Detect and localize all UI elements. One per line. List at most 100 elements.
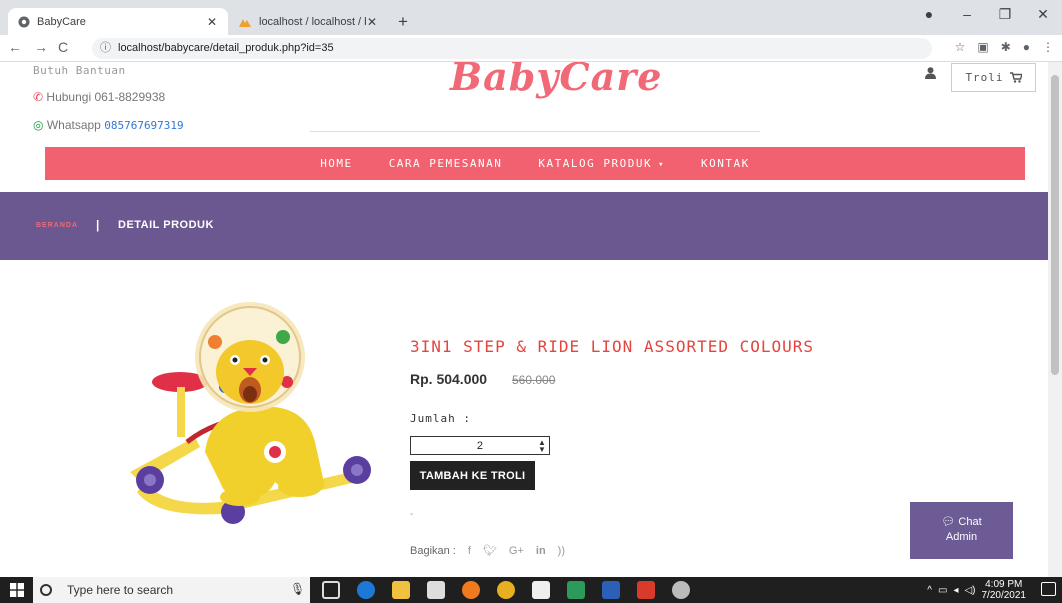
- chrome-taskbar-icon[interactable]: [497, 581, 515, 599]
- notification-icon[interactable]: [1041, 582, 1056, 596]
- site-logo[interactable]: BabyCare: [450, 62, 662, 99]
- breadcrumb-home[interactable]: BERANDA: [36, 222, 78, 229]
- minimize-icon[interactable]: –: [948, 6, 986, 23]
- nav-katalog-label: KATALOG PRODUK: [538, 157, 653, 170]
- word-icon[interactable]: [602, 581, 620, 599]
- volume-icon[interactable]: ◁): [964, 585, 975, 596]
- quantity-stepper[interactable]: 2 ▲ ▼: [410, 436, 550, 455]
- account-icon[interactable]: ●: [1023, 40, 1030, 54]
- twitter-icon[interactable]: 🐦︎: [483, 544, 497, 557]
- close-tab-icon[interactable]: ✕: [206, 15, 218, 29]
- linkedin-icon[interactable]: in: [536, 545, 546, 557]
- chat-admin-button[interactable]: 💬︎ Chat Admin: [910, 502, 1013, 559]
- chat-icon: 💬︎: [941, 516, 956, 528]
- quantity-value[interactable]: 2: [411, 440, 535, 452]
- show-hidden-icons-icon[interactable]: ^: [927, 585, 932, 596]
- nav-home[interactable]: HOME: [320, 157, 353, 170]
- chrome-icon: [18, 16, 30, 27]
- chat-label-1: Chat: [958, 516, 982, 528]
- nav-cara-pemesanan[interactable]: CARA PEMESANAN: [389, 157, 503, 170]
- reload-icon[interactable]: C: [58, 39, 68, 55]
- mail-icon[interactable]: [427, 581, 445, 599]
- bookmark-star-icon[interactable]: ☆: [955, 40, 966, 54]
- product-old-price: 560.000: [512, 373, 556, 387]
- task-view-icon[interactable]: [322, 581, 340, 599]
- page-content: Butuh Bantuan ✆ Hubungi 061-8829938 ◎ Wh…: [0, 62, 1048, 577]
- product-image[interactable]: [125, 302, 380, 532]
- search-placeholder: Type here to search: [67, 583, 174, 597]
- cortana-icon: [40, 584, 52, 596]
- cart-icon: [1009, 72, 1022, 83]
- clock-date: 7/20/2021: [981, 590, 1027, 601]
- facebook-icon[interactable]: f: [468, 545, 471, 557]
- share-label: Bagikan :: [410, 544, 456, 557]
- menu-icon[interactable]: ⋮: [1042, 40, 1054, 54]
- forward-icon[interactable]: →: [34, 39, 48, 55]
- tab-title: BabyCare: [37, 15, 86, 28]
- taskbar: Type here to search 🎙︎ ^ ▭ ◂ ◁) 4:09 PM …: [0, 577, 1062, 603]
- url-input[interactable]: ⓘ localhost/babycare/detail_produk.php?i…: [92, 38, 932, 59]
- system-tray: ^ ▭ ◂ ◁) 4:09 PM 7/20/2021: [927, 579, 1026, 601]
- browser-chrome: BabyCare ✕ localhost / localhost / babyc…: [0, 0, 1062, 62]
- store-icon[interactable]: [532, 581, 550, 599]
- user-icon[interactable]: [925, 67, 936, 82]
- taskbar-search-input[interactable]: Type here to search 🎙︎: [33, 577, 310, 603]
- breadcrumb: BERANDA | DETAIL PRODUK: [0, 192, 1048, 260]
- url-text: localhost/babycare/detail_produk.php?id=…: [118, 42, 334, 54]
- address-bar-row: ← → C ⓘ localhost/babycare/detail_produk…: [0, 35, 1062, 62]
- profile-icon[interactable]: ●: [910, 6, 948, 23]
- windows-start-icon[interactable]: [10, 583, 24, 597]
- settings-icon[interactable]: [672, 581, 690, 599]
- battery-icon[interactable]: ◂: [953, 585, 958, 596]
- breadcrumb-separator: |: [96, 218, 100, 232]
- product-name: 3IN1 STEP & RIDE LION ASSORTED COLOURS: [410, 337, 815, 356]
- add-to-cart-button[interactable]: TAMBAH KE TROLI: [410, 461, 535, 490]
- spin-arrows-icon[interactable]: ▲ ▼: [535, 438, 549, 453]
- site-info-icon[interactable]: ⓘ: [100, 38, 111, 59]
- file-explorer-icon[interactable]: [392, 581, 410, 599]
- help-title: Butuh Bantuan: [33, 64, 126, 77]
- product-price: Rp. 504.000: [410, 371, 488, 387]
- phone-label: Hubungi 061-8829938: [46, 90, 166, 104]
- cart-label: Troli: [965, 71, 1004, 84]
- browser-tab-phpmyadmin[interactable]: localhost / localhost / babycare / ✕: [228, 8, 388, 35]
- new-tab-icon[interactable]: +: [398, 12, 408, 32]
- share-row: Bagikan : f 🐦︎ G+ in )): [410, 544, 565, 558]
- whatsapp-label: Whatsapp: [46, 118, 101, 132]
- whatsapp-number[interactable]: 085767697319: [104, 119, 183, 132]
- breadcrumb-current: DETAIL PRODUK: [118, 219, 214, 231]
- chat-label-2: Admin: [945, 531, 978, 543]
- phone-icon: ✆: [33, 90, 44, 104]
- quantity-label: Jumlah :: [410, 412, 471, 425]
- puzzle-icon[interactable]: ✱: [1001, 40, 1011, 54]
- network-icon[interactable]: ▭: [938, 585, 947, 596]
- phone-contact[interactable]: ✆ Hubungi 061-8829938: [33, 90, 165, 104]
- product-note: -: [410, 509, 414, 520]
- phpmyadmin-icon: [239, 18, 251, 27]
- back-icon[interactable]: ←: [8, 39, 22, 55]
- chevron-down-icon: ▾: [658, 160, 666, 170]
- google-plus-icon[interactable]: G+: [509, 545, 524, 557]
- firefox-icon[interactable]: [462, 581, 480, 599]
- nav-kontak[interactable]: KONTAK: [701, 157, 750, 170]
- app-icon[interactable]: [637, 581, 655, 599]
- tab-title: localhost / localhost / babycare /: [259, 15, 366, 28]
- whatsapp-contact[interactable]: ◎ Whatsapp 085767697319: [33, 118, 184, 132]
- close-window-icon[interactable]: ✕: [1024, 6, 1062, 23]
- photos-icon[interactable]: [567, 581, 585, 599]
- maximize-icon[interactable]: ❐: [986, 6, 1024, 23]
- close-tab-icon[interactable]: ✕: [366, 15, 378, 29]
- clock-time: 4:09 PM: [985, 579, 1023, 590]
- nav-katalog-produk[interactable]: KATALOG PRODUK ▾: [538, 157, 665, 170]
- logo-divider: [310, 131, 760, 132]
- scrollbar-thumb[interactable]: [1051, 75, 1059, 375]
- clock[interactable]: 4:09 PM 7/20/2021: [982, 579, 1027, 601]
- cart-button[interactable]: Troli: [951, 63, 1036, 92]
- edge-icon[interactable]: [357, 581, 375, 599]
- browser-tab-babycare[interactable]: BabyCare ✕: [8, 8, 228, 35]
- rss-icon[interactable]: )): [558, 545, 565, 557]
- main-nav: HOME CARA PEMESANAN KATALOG PRODUK ▾ KONT…: [45, 147, 1025, 180]
- extension-icon[interactable]: ▣: [977, 40, 988, 54]
- whatsapp-icon: ◎: [33, 118, 44, 132]
- microphone-icon[interactable]: 🎙︎: [290, 582, 305, 596]
